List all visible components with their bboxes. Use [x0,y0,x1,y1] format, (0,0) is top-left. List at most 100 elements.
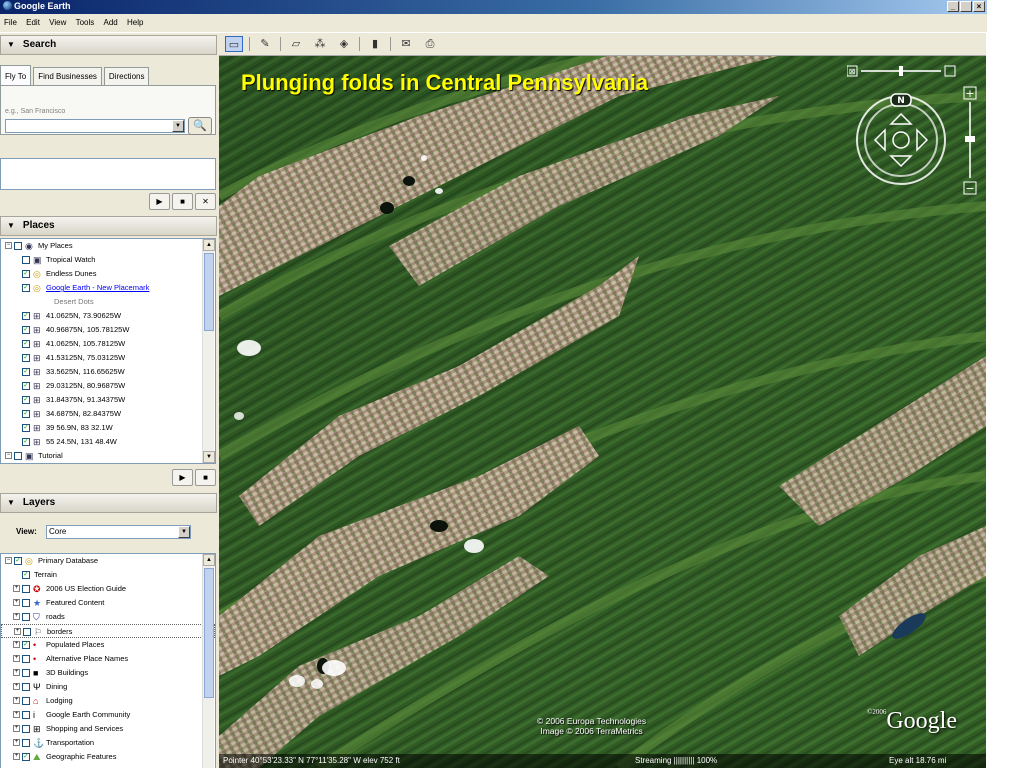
places-list-item[interactable]: ✓ ⊞ 41.53125N, 75.03125W [1,351,215,365]
layers-scrollbar[interactable]: ▲ ▼ [202,554,215,768]
checkbox[interactable]: ✓ [22,410,30,418]
expand-toggle-icon[interactable]: + [13,641,20,648]
expand-toggle-icon[interactable]: + [13,683,20,690]
tab-find-businesses[interactable]: Find Businesses [33,67,102,85]
close-button[interactable]: × [973,1,985,12]
checkbox[interactable]: ✓ [22,340,30,348]
expand-toggle-icon[interactable]: + [13,753,20,760]
north-indicator[interactable]: N [897,96,905,106]
view-select[interactable]: Core ▼ [46,525,191,539]
search-panel-header[interactable]: ▼ Search [0,35,217,55]
layer-list-item[interactable]: + • Alternative Place Names [1,652,215,666]
menu-add[interactable]: Add [100,14,121,27]
layer-checkbox[interactable] [22,585,30,593]
places-panel-header[interactable]: ▼ Places [0,216,217,236]
layer-checkbox[interactable] [22,655,30,663]
maximize-button[interactable] [960,1,972,12]
checkbox[interactable] [14,242,22,250]
add-polygon-icon[interactable]: ▱ [287,36,305,52]
clear-button[interactable]: ✕ [195,193,216,210]
layer-checkbox[interactable]: ✓ [14,557,22,565]
expand-toggle-icon[interactable]: + [13,613,20,620]
play-button[interactable]: ▶ [149,193,170,210]
layer-list-item[interactable]: + ✓ • Populated Places [1,638,215,652]
chevron-down-icon[interactable]: ▼ [172,120,184,132]
places-list-item[interactable]: ✓ ⊞ 34.6875N, 82.84375W [1,407,215,421]
search-button[interactable]: 🔍 [188,117,212,135]
places-list-item[interactable]: ✓ ⊞ 33.5625N, 116.65625W [1,365,215,379]
places-list-item[interactable]: ✓ ⊞ 41.0625N, 73.90625W [1,309,215,323]
checkbox[interactable]: ✓ [22,396,30,404]
expand-toggle-icon[interactable]: + [13,669,20,676]
checkbox[interactable]: ✓ [22,424,30,432]
minimize-button[interactable]: _ [947,1,959,12]
layer-checkbox[interactable] [23,628,31,636]
places-list-item[interactable]: ✓ ⊞ 55 24.5N, 131 48.4W [1,435,215,449]
places-list-item[interactable]: ✓ ⊞ 41.0625N, 105.78125W [1,337,215,351]
layer-checkbox[interactable]: ✓ [22,571,30,579]
menu-file[interactable]: File [0,14,20,27]
checkbox[interactable]: ✓ [22,284,30,292]
scroll-thumb[interactable] [204,253,214,331]
layers-tree[interactable]: − ✓ ◎ Primary Database ✓ Terrain + ✪ 2006 US Ele… [0,553,216,768]
scroll-down-icon[interactable]: ▼ [203,451,215,463]
scroll-thumb[interactable] [204,568,214,698]
search-input[interactable]: ▼ [5,119,185,133]
expand-toggle-icon[interactable]: + [13,725,20,732]
places-list-item[interactable]: ✓ ⊞ 31.84375N, 91.34375W [1,393,215,407]
tour-stop-button[interactable]: ■ [195,469,216,486]
checkbox[interactable]: ✓ [22,270,30,278]
places-list-item[interactable]: Desert Dots [1,295,215,309]
sidebar-toggle-icon[interactable]: ▭ [225,36,243,52]
scroll-up-icon[interactable]: ▲ [203,554,215,566]
layer-list-item[interactable]: + ★ Featured Content [1,596,215,610]
add-overlay-icon[interactable]: ◈ [335,36,353,52]
checkbox[interactable] [14,452,22,460]
expand-toggle-icon[interactable]: − [5,242,12,249]
layer-checkbox[interactable]: ✓ [22,753,30,761]
layer-list-item[interactable]: + Ψ Dining [1,680,215,694]
layer-list-item[interactable]: + ✪ 2006 US Election Guide [1,582,215,596]
search-results-list[interactable] [0,158,216,190]
checkbox[interactable]: ✓ [22,312,30,320]
layer-checkbox[interactable] [22,613,30,621]
layer-checkbox[interactable] [22,739,30,747]
print-icon[interactable]: ⎙ [421,36,439,52]
ruler-icon[interactable]: ▮ [366,36,384,52]
menu-edit[interactable]: Edit [22,14,43,27]
places-scrollbar[interactable]: ▲ ▼ [202,239,215,463]
layer-list-item[interactable]: ✓ Terrain [1,568,215,582]
layer-list-item[interactable]: + ⌂ Lodging [1,694,215,708]
zoom-slider[interactable]: + − [963,86,977,196]
expand-toggle-icon[interactable]: + [13,697,20,704]
layer-list-item[interactable]: + ⛉ roads [1,610,215,624]
places-list-item[interactable]: − ▣ Tutorial [1,449,215,463]
expand-toggle-icon[interactable]: + [13,739,20,746]
layer-checkbox[interactable] [22,711,30,719]
window-title-bar[interactable]: Google Earth _ × [0,0,987,14]
email-icon[interactable]: ✉ [397,36,415,52]
scroll-up-icon[interactable]: ▲ [203,239,215,251]
places-list-item[interactable]: ✓ ◎ Google Earth - New Placemark [1,281,215,295]
chevron-down-icon[interactable]: ▼ [178,526,190,538]
expand-toggle-icon[interactable]: + [14,628,21,635]
places-list-item[interactable]: ✓ ⊞ 29.03125N, 80.96875W [1,379,215,393]
layer-list-item[interactable]: + ⊞ Shopping and Services [1,722,215,736]
layer-checkbox[interactable] [22,697,30,705]
stop-button[interactable]: ■ [172,193,193,210]
places-list-item[interactable]: ✓ ⊞ 40.96875N, 105.78125W [1,323,215,337]
places-list-item[interactable]: − ◉ My Places [1,239,215,253]
map-view[interactable]: Plunging folds in Central Pennsylvania ⊠… [219,56,986,768]
tilt-slider[interactable]: ⊠ [847,64,957,78]
layer-checkbox[interactable] [22,725,30,733]
expand-toggle-icon[interactable]: − [5,452,12,459]
tab-fly-to[interactable]: Fly To [0,65,32,85]
places-list-item[interactable]: ✓ ⊞ 39 56.9N, 83 32.1W [1,421,215,435]
expand-toggle-icon[interactable]: + [13,599,20,606]
layers-panel-header[interactable]: ▼ Layers [0,493,217,513]
layer-list-item[interactable]: + ■ 3D Buildings [1,666,215,680]
layer-list-item[interactable]: + ⚓ Transportation [1,736,215,750]
expand-toggle-icon[interactable]: + [13,585,20,592]
tab-directions[interactable]: Directions [103,67,150,85]
tour-play-button[interactable]: ▶ [172,469,193,486]
